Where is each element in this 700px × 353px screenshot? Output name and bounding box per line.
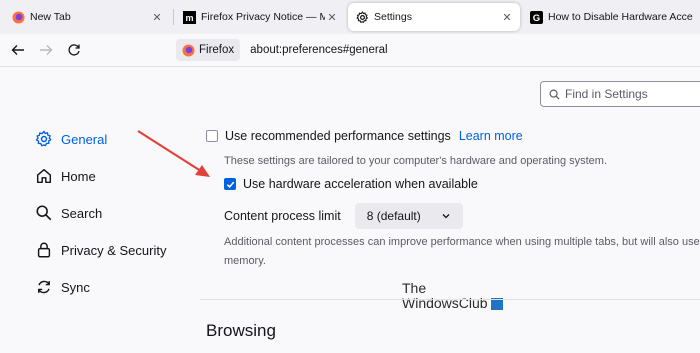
tab-how-to-disable[interactable]: G How to Disable Hardware Acce — [522, 3, 700, 31]
tab-settings[interactable]: Settings ✕ — [348, 3, 520, 31]
tab-separator — [173, 9, 174, 25]
navigation-toolbar: Firefox about:preferences#general — [0, 34, 700, 67]
back-button[interactable] — [8, 40, 28, 60]
tab-title: Firefox Privacy Notice — Mozilla — [201, 11, 325, 23]
reload-icon — [68, 44, 80, 56]
reload-button[interactable] — [64, 40, 84, 60]
annotation-arrow — [137, 130, 210, 177]
close-icon[interactable]: ✕ — [150, 11, 164, 24]
close-icon[interactable]: ✕ — [325, 11, 339, 24]
identity-label: Firefox — [199, 44, 235, 56]
tab-title: How to Disable Hardware Acce — [548, 11, 693, 23]
settings-page: Find in Settings General Home Search Pri… — [0, 67, 700, 353]
forward-button[interactable] — [36, 40, 56, 60]
tab-title: New Tab — [30, 11, 71, 23]
svg-text:G: G — [532, 13, 539, 24]
firefox-icon — [182, 44, 195, 57]
identity-box[interactable]: Firefox — [176, 39, 241, 61]
firefox-icon — [11, 10, 25, 24]
arrow-left-icon — [11, 45, 24, 55]
url-bar[interactable]: Firefox about:preferences#general — [176, 38, 696, 62]
google-icon: G — [529, 10, 543, 24]
svg-text:m: m — [185, 13, 193, 23]
close-icon[interactable]: ✕ — [500, 11, 514, 24]
mozilla-icon: m — [182, 10, 196, 24]
url-text[interactable]: about:preferences#general — [250, 44, 387, 56]
arrow-right-icon — [40, 45, 53, 55]
tab-firefox-privacy-notice[interactable]: m Firefox Privacy Notice — Mozilla ✕ — [175, 3, 345, 31]
tab-title: Settings — [374, 11, 412, 23]
tab-new-tab[interactable]: New Tab ✕ — [4, 3, 170, 31]
tab-strip: New Tab ✕ m Firefox Privacy Notice — Moz… — [0, 0, 700, 34]
gear-icon — [355, 10, 369, 24]
